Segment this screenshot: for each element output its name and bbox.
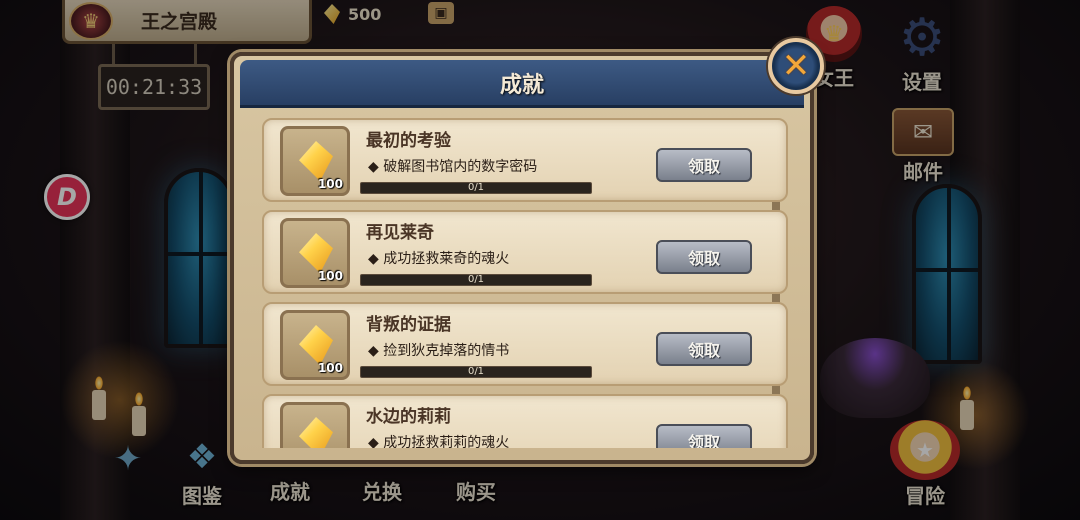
achievement-description: ◆ 成功拯救莱奇的魂火	[368, 251, 510, 267]
achievement-title: 再见莱奇	[366, 223, 434, 243]
progress-text: 0/1	[467, 274, 485, 285]
achievement-title: 最初的考验	[366, 131, 451, 151]
claim-button[interactable]: 领取	[656, 240, 752, 274]
reward-slot: 100	[280, 402, 350, 448]
progress-bar: 0/1	[360, 182, 592, 194]
reward-amount: 100	[317, 177, 343, 191]
achievement-description: ◆ 破解图书馆内的数字密码	[368, 159, 538, 175]
reward-slot: 100	[280, 310, 350, 380]
achievement-item: 100 水边的莉莉 ◆ 成功拯救莉莉的魂火 0/1 领取	[262, 394, 788, 448]
dialog-title: 成就	[499, 72, 544, 98]
achievement-list[interactable]: 100 最初的考验 ◆ 破解图书馆内的数字密码 0/1 领取 100 再见莱奇 …	[262, 114, 790, 448]
reward-amount: 100	[317, 361, 343, 375]
gem-icon	[299, 417, 333, 448]
progress-bar: 0/1	[360, 366, 592, 378]
gem-icon	[299, 233, 333, 273]
achievement-description: ◆ 成功拯救莉莉的魂火	[368, 435, 510, 448]
progress-bar: 0/1	[360, 274, 592, 286]
progress-text: 0/1	[467, 366, 485, 377]
achievement-title: 背叛的证据	[366, 315, 451, 335]
reward-slot: 100	[280, 126, 350, 196]
close-button[interactable]: ✕	[768, 38, 824, 94]
dialog-header: 成就	[240, 60, 804, 108]
gem-icon	[299, 141, 333, 181]
reward-slot: 100	[280, 218, 350, 288]
achievement-item: 100 最初的考验 ◆ 破解图书馆内的数字密码 0/1 领取	[262, 118, 788, 202]
claim-button[interactable]: 领取	[656, 148, 752, 182]
claim-button[interactable]: 领取	[656, 332, 752, 366]
progress-text: 0/1	[467, 182, 485, 193]
gem-icon	[299, 325, 333, 365]
achievement-description: ◆ 捡到狄克掉落的情书	[368, 343, 510, 359]
achievement-title: 水边的莉莉	[366, 407, 451, 427]
close-icon: ✕	[781, 46, 811, 86]
achievement-item: 100 背叛的证据 ◆ 捡到狄克掉落的情书 0/1 领取	[262, 302, 788, 386]
reward-amount: 100	[317, 269, 343, 283]
achievement-item: 100 再见莱奇 ◆ 成功拯救莱奇的魂火 0/1 领取	[262, 210, 788, 294]
claim-button[interactable]: 领取	[656, 424, 752, 448]
achievement-dialog: 成就 100 最初的考验 ◆ 破解图书馆内的数字密码 0/1 领取 100 再见…	[230, 52, 814, 464]
